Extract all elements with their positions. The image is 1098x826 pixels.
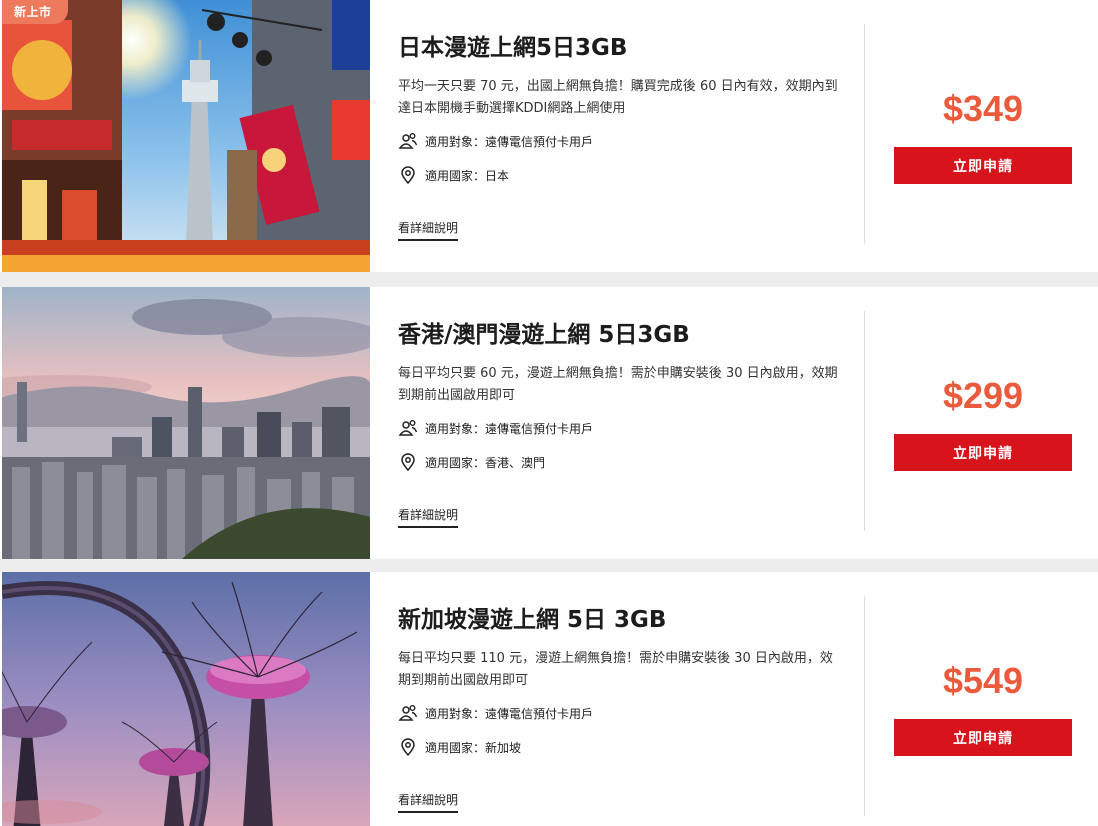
apply-button[interactable]: 立即申請 (894, 434, 1072, 471)
plan-info: 香港/澳門漫遊上網 5日3GB 每日平均只要 60 元，漫遊上網無負擔！需於申購… (398, 287, 848, 559)
location-pin-icon (398, 452, 418, 472)
plan-country-text: 適用國家：新加坡 (425, 740, 522, 755)
plan-info: 日本漫遊上網5日3GB 平均一天只要 70 元，出國上網無負擔！購買完成後 60… (398, 0, 848, 272)
plan-image-osaka: 新上市 (2, 0, 370, 272)
plan-target-text: 適用對象：遠傳電信預付卡用戶 (425, 134, 594, 149)
plan-card-singapore: 新加坡漫遊上網 5日 3GB 每日平均只要 110 元，漫遊上網無負擔！需於申購… (0, 572, 1098, 826)
location-pin-icon (398, 737, 418, 757)
plan-title: 香港/澳門漫遊上網 5日3GB (398, 322, 690, 348)
plan-country-text: 適用國家：日本 (425, 168, 510, 183)
plan-target: 適用對象：遠傳電信預付卡用戶 (398, 418, 593, 438)
divider (864, 24, 865, 244)
plan-country: 適用國家：新加坡 (398, 737, 521, 757)
people-icon (398, 131, 418, 151)
plan-price: $299 (942, 375, 1024, 416)
detail-link[interactable]: 看詳細說明 (398, 791, 459, 813)
plan-title: 日本漫遊上網5日3GB (398, 35, 628, 61)
divider (864, 596, 865, 816)
detail-link[interactable]: 看詳細說明 (398, 506, 459, 528)
plan-country: 適用國家：日本 (398, 165, 509, 185)
people-icon (398, 703, 418, 723)
location-pin-icon (398, 165, 418, 185)
plan-country-text: 適用國家：香港、澳門 (425, 455, 546, 470)
apply-button[interactable]: 立即申請 (894, 147, 1072, 184)
plan-list: 新上市 日本漫遊上網5日3GB 平均一天只要 70 元，出國上網無負擔！購買完成… (0, 0, 1098, 826)
divider (864, 311, 865, 531)
plan-target: 適用對象：遠傳電信預付卡用戶 (398, 703, 593, 723)
plan-target-text: 適用對象：遠傳電信預付卡用戶 (425, 421, 594, 436)
detail-link[interactable]: 看詳細說明 (398, 219, 459, 241)
plan-description: 每日平均只要 60 元，漫遊上網無負擔！需於申購安裝後 30 日內啟用，效期到期… (398, 366, 838, 403)
plan-price: $549 (942, 660, 1024, 701)
new-badge: 新上市 (2, 0, 68, 24)
plan-image-hongkong (2, 287, 370, 559)
plan-image-singapore (2, 572, 370, 826)
plan-title: 新加坡漫遊上網 5日 3GB (398, 607, 667, 633)
apply-button[interactable]: 立即申請 (894, 719, 1072, 756)
plan-description: 平均一天只要 70 元，出國上網無負擔！購買完成後 60 日內有效，效期內到達日… (398, 79, 838, 116)
plan-price: $349 (942, 88, 1024, 129)
people-icon (398, 418, 418, 438)
plan-country: 適用國家：香港、澳門 (398, 452, 545, 472)
plan-target: 適用對象：遠傳電信預付卡用戶 (398, 131, 593, 151)
plan-card-hongkong-macau: 香港/澳門漫遊上網 5日3GB 每日平均只要 60 元，漫遊上網無負擔！需於申購… (0, 287, 1098, 559)
plan-target-text: 適用對象：遠傳電信預付卡用戶 (425, 706, 594, 721)
plan-info: 新加坡漫遊上網 5日 3GB 每日平均只要 110 元，漫遊上網無負擔！需於申購… (398, 572, 848, 826)
plan-description: 每日平均只要 110 元，漫遊上網無負擔！需於申購安裝後 30 日內啟用，效期到… (398, 651, 833, 688)
plan-card-japan: 新上市 日本漫遊上網5日3GB 平均一天只要 70 元，出國上網無負擔！購買完成… (0, 0, 1098, 272)
